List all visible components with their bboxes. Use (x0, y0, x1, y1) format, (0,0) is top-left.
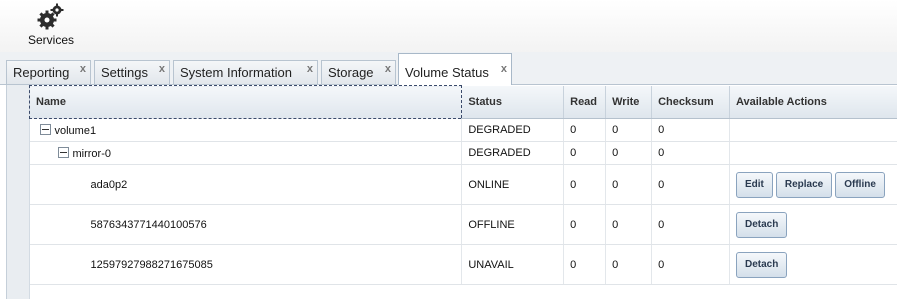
tab-storage[interactable]: Storage x (321, 60, 396, 84)
row-read: 0 (563, 118, 607, 142)
tab-bar: Reporting x Settings x System Informatio… (0, 52, 897, 85)
row-actions: Detach (729, 244, 897, 285)
tab-label: Volume Status (405, 65, 489, 80)
tab-label: Reporting (13, 65, 70, 80)
row-status: DEGRADED (461, 118, 565, 142)
detach-button[interactable]: Detach (735, 211, 788, 238)
close-icon[interactable]: x (385, 63, 391, 75)
tab-label: Storage (328, 65, 374, 80)
tab-label: Settings (101, 65, 148, 80)
top-toolbar: Services (0, 0, 897, 52)
services-button[interactable]: Services (20, 3, 82, 49)
row-actions (729, 141, 897, 165)
row-read: 0 (563, 244, 607, 285)
row-checksum: 0 (651, 244, 730, 285)
collapse-icon[interactable] (57, 146, 69, 158)
row-name: 12597927988271675085 (90, 258, 213, 271)
row-name: ada0p2 (90, 178, 128, 191)
close-icon[interactable]: x (501, 63, 507, 75)
row-actions: Detach (729, 204, 897, 245)
table-row[interactable]: 5876343771440100576 OFFLINE 0 0 0 Detach (29, 204, 897, 245)
column-header-name[interactable]: Name (28, 85, 463, 119)
tab-reporting[interactable]: Reporting x (6, 60, 91, 84)
row-checksum: 0 (651, 204, 730, 245)
row-read: 0 (563, 141, 607, 165)
row-name: volume1 (54, 124, 97, 137)
gears-icon (37, 3, 64, 30)
row-actions (729, 118, 897, 142)
row-checksum: 0 (651, 164, 730, 205)
close-icon[interactable]: x (307, 63, 313, 75)
row-actions: Edit Replace Offline (729, 164, 897, 205)
row-write: 0 (605, 244, 653, 285)
column-header-status[interactable]: Status (461, 85, 565, 119)
row-read: 0 (563, 204, 607, 245)
edit-button[interactable]: Edit (735, 171, 773, 198)
collapse-icon[interactable] (39, 123, 51, 135)
row-write: 0 (605, 118, 653, 142)
column-header-read[interactable]: Read (563, 85, 607, 119)
row-status: OFFLINE (461, 204, 565, 245)
column-header-checksum[interactable]: Checksum (651, 85, 730, 119)
tab-system-information[interactable]: System Information x (173, 60, 318, 84)
table-row[interactable]: ada0p2 ONLINE 0 0 0 Edit Replace Offline (29, 164, 897, 205)
row-status: DEGRADED (461, 141, 565, 165)
row-checksum: 0 (651, 118, 730, 142)
row-write: 0 (605, 141, 653, 165)
table-row[interactable]: volume1 DEGRADED 0 0 0 (29, 118, 897, 142)
row-name: mirror-0 (72, 147, 112, 160)
tab-volume-status[interactable]: Volume Status x (398, 53, 512, 85)
volume-status-panel: Name Status Read Write Checksum Availabl… (6, 85, 897, 299)
column-header-write[interactable]: Write (605, 85, 653, 119)
row-checksum: 0 (651, 141, 730, 165)
detach-button[interactable]: Detach (735, 251, 788, 278)
row-read: 0 (563, 164, 607, 205)
close-icon[interactable]: x (159, 63, 165, 75)
replace-button[interactable]: Replace (775, 171, 833, 198)
tree-gutter (7, 85, 30, 299)
row-status: UNAVAIL (461, 244, 565, 285)
row-status: ONLINE (461, 164, 565, 205)
close-icon[interactable]: x (80, 63, 86, 75)
volume-tree-grid: Name Status Read Write Checksum Availabl… (28, 85, 897, 285)
offline-button[interactable]: Offline (835, 171, 885, 198)
column-header-actions[interactable]: Available Actions (729, 85, 897, 119)
row-write: 0 (605, 164, 653, 205)
table-row[interactable]: mirror-0 DEGRADED 0 0 0 (29, 141, 897, 165)
services-label: Services (27, 33, 74, 47)
table-row[interactable]: 12597927988271675085 UNAVAIL 0 0 0 Detac… (29, 244, 897, 285)
row-name: 5876343771440100576 (90, 218, 207, 231)
row-write: 0 (605, 204, 653, 245)
tab-label: System Information (180, 65, 292, 80)
tab-settings[interactable]: Settings x (94, 60, 170, 84)
